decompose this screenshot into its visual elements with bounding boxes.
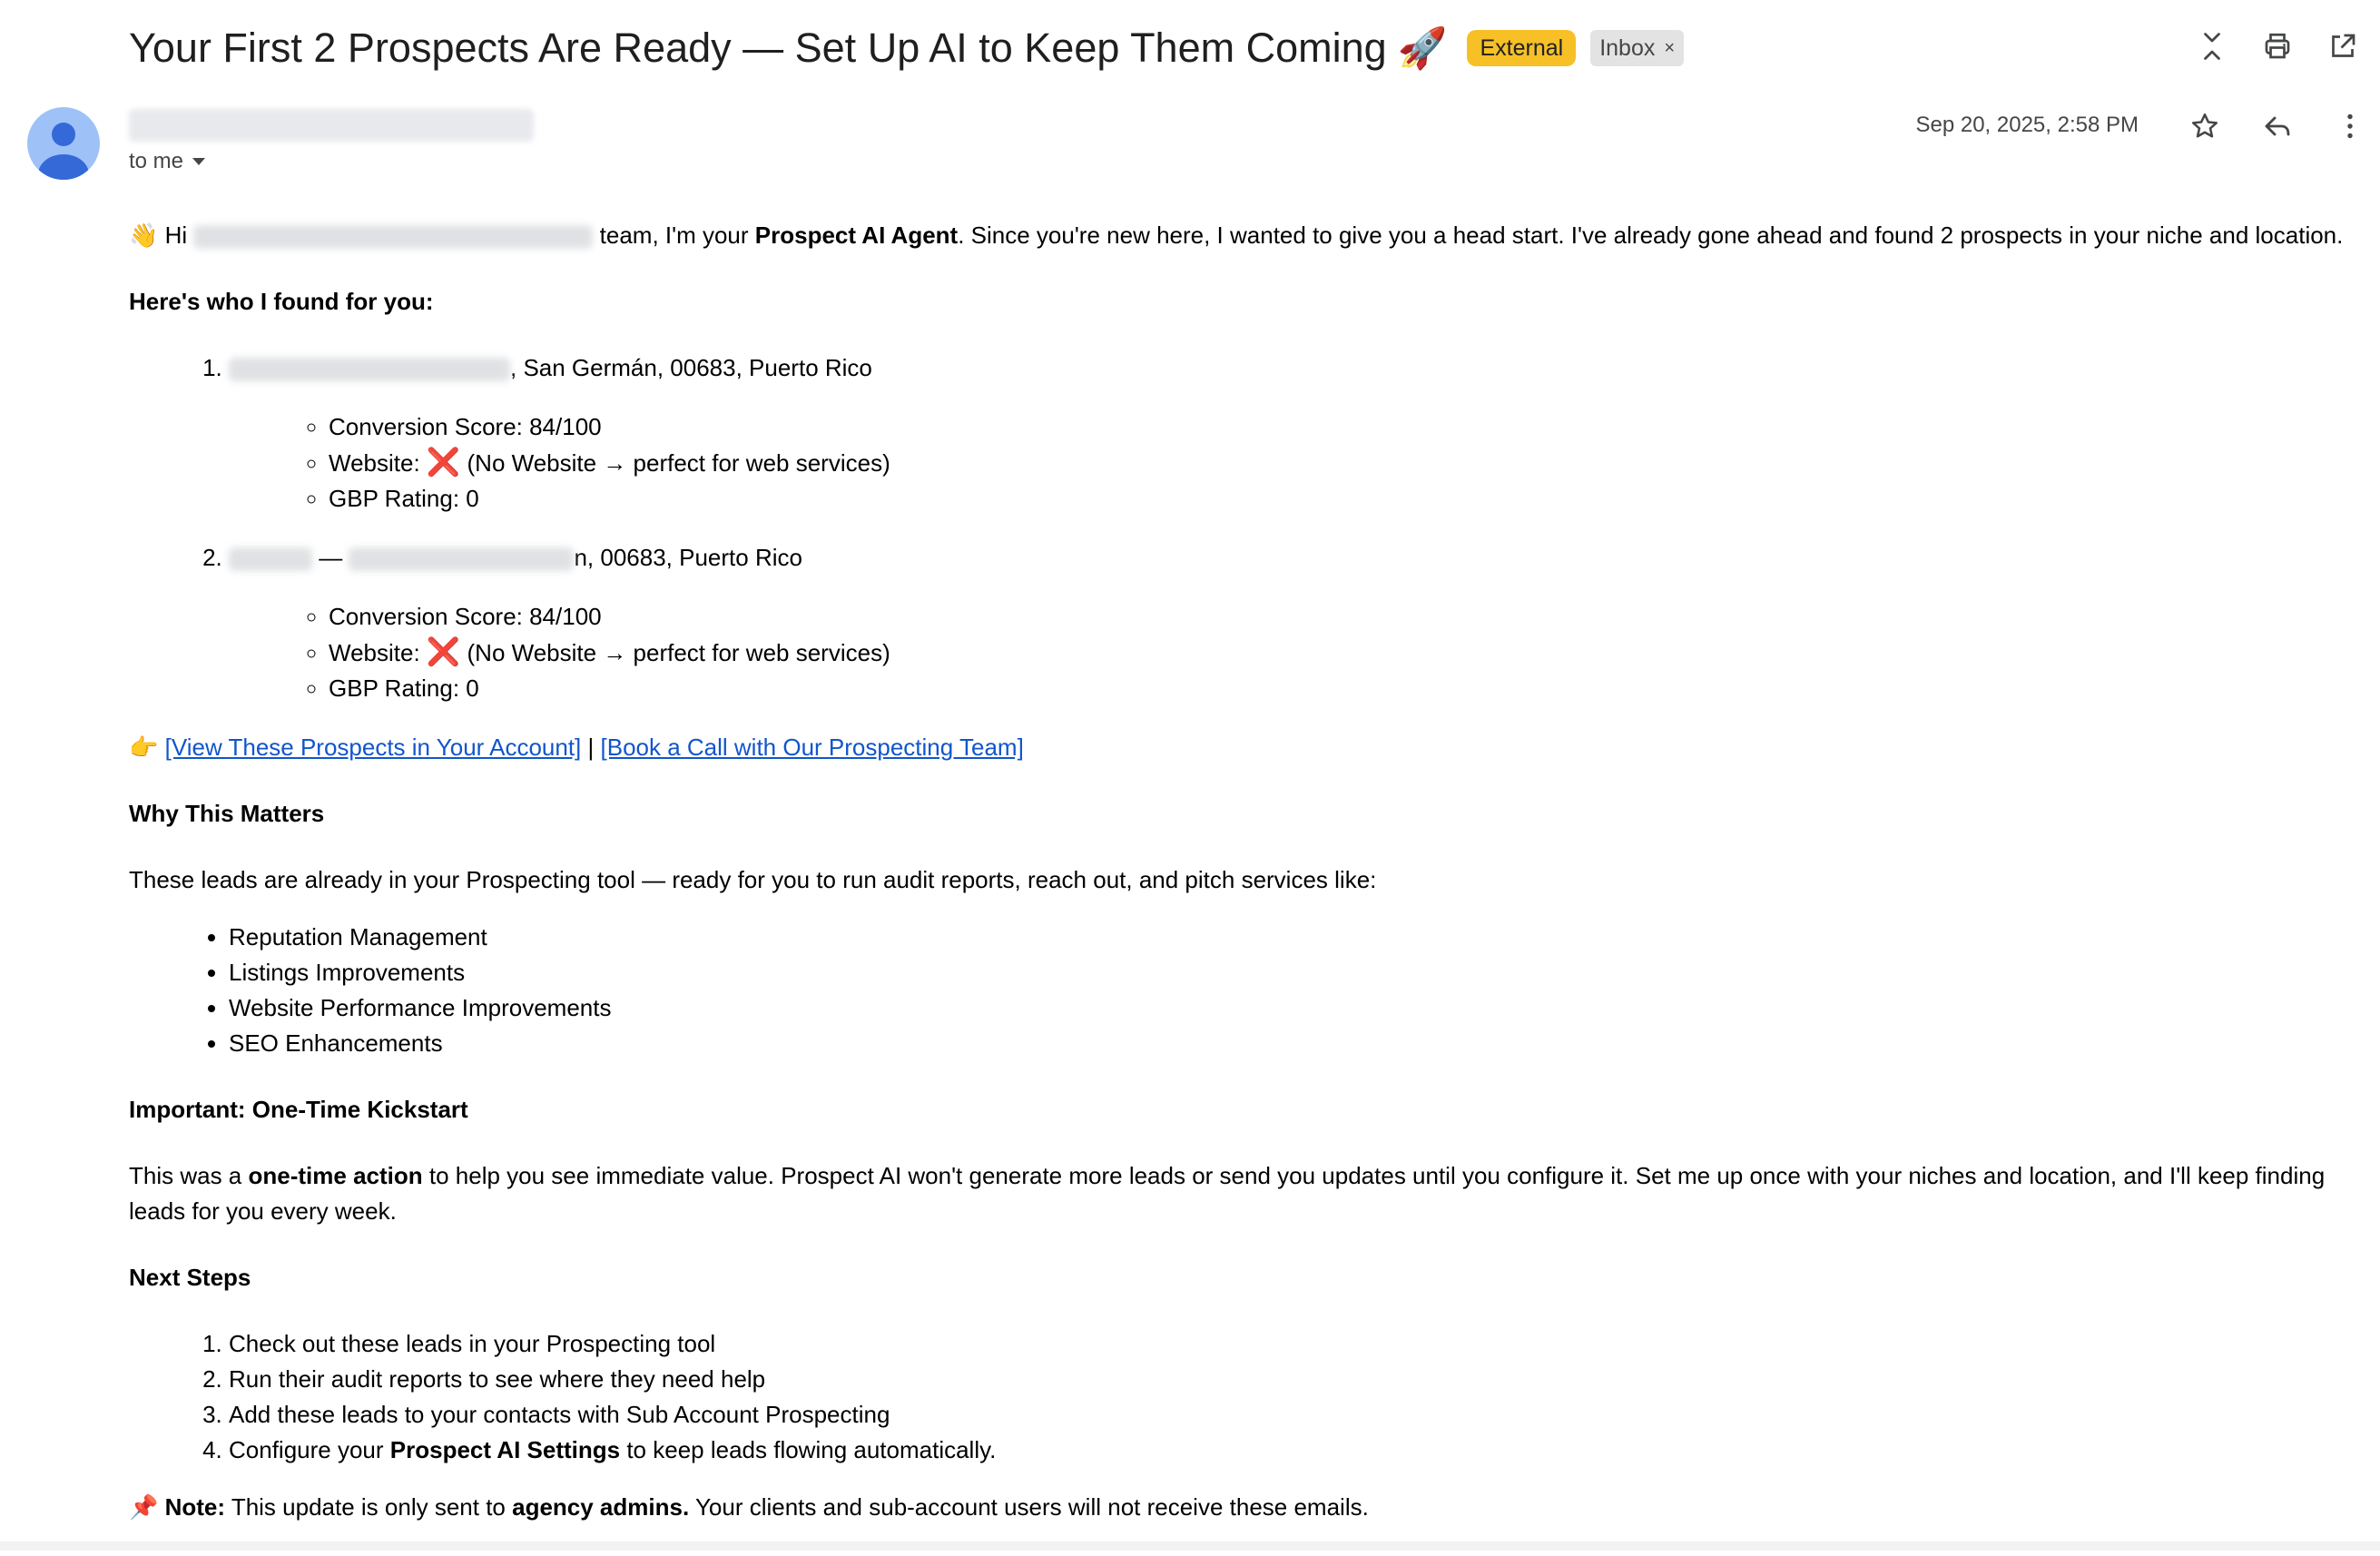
open-in-new-window-icon[interactable]: [2324, 22, 2362, 71]
cta-paragraph: 👉 [View These Prospects in Your Account]…: [129, 730, 2362, 765]
thread-actions: [2193, 22, 2362, 71]
sender-address-redacted[interactable]: [129, 109, 534, 142]
prospect-website: Website: ❌ (No Website → perfect for web…: [329, 445, 2362, 481]
reply-icon[interactable]: [2257, 103, 2298, 149]
bottom-divider: [0, 1541, 2380, 1551]
why-text: These leads are already in your Prospect…: [129, 866, 1377, 893]
prospect-address-redacted: [349, 547, 575, 572]
prospect-dash: —: [319, 544, 343, 571]
wave-emoji: 👋: [129, 222, 159, 249]
settings-name: Prospect AI Settings: [389, 1436, 621, 1463]
prospect-name-redacted: [229, 358, 510, 382]
greeting-after: team, I'm your: [599, 222, 749, 249]
found-heading: Here's who I found for you:: [129, 288, 434, 315]
recipient-label: to me: [129, 149, 184, 173]
book-call-link[interactable]: [Book a Call with Our Prospecting Team]: [601, 734, 1024, 761]
next-steps-list: Check out these leads in your Prospectin…: [129, 1326, 2362, 1468]
more-vert-icon[interactable]: [2329, 103, 2371, 149]
subject-row: Your First 2 Prospects Are Ready — Set U…: [129, 16, 1685, 80]
agent-name: Prospect AI Agent: [754, 222, 959, 249]
recipient-dropdown[interactable]: to me: [129, 149, 206, 174]
greeting-rest: . Since you're new here, I wanted to giv…: [958, 222, 2344, 249]
service-item: SEO Enhancements: [229, 1026, 2362, 1061]
note-paragraph: 📌 Note: This update is only sent to agen…: [129, 1493, 1369, 1521]
cross-mark-icon: ❌: [426, 637, 461, 667]
inbox-label[interactable]: Inbox ×: [1590, 30, 1685, 66]
prospect-score: Conversion Score: 84/100: [329, 409, 2362, 445]
why-heading: Why This Matters: [129, 800, 325, 827]
pushpin-emoji: 📌: [129, 1493, 159, 1521]
greeting-paragraph: 👋 Hi team, I'm your Prospect AI Agent. S…: [129, 218, 2362, 253]
message-actions: [2184, 103, 2371, 149]
note-label: Note:: [164, 1493, 226, 1521]
step-item: Run their audit reports to see where the…: [229, 1362, 2362, 1397]
recipient-name-redacted: [193, 225, 594, 250]
external-badge: External: [1467, 30, 1577, 66]
service-item: Listings Improvements: [229, 955, 2362, 990]
step-item: Add these leads to your contacts with Su…: [229, 1397, 2362, 1433]
prospect-name-redacted: [229, 547, 312, 572]
prospect-list: , San Germán, 00683, Puerto Rico Convers…: [129, 350, 2362, 706]
service-item: Website Performance Improvements: [229, 990, 2362, 1026]
cross-mark-icon: ❌: [426, 448, 461, 478]
remove-label-icon[interactable]: ×: [1664, 35, 1675, 61]
next-steps-heading: Next Steps: [129, 1264, 251, 1291]
cta-separator: |: [587, 734, 595, 761]
important-heading: Important: One-Time Kickstart: [129, 1096, 468, 1123]
email-subject: Your First 2 Prospects Are Ready — Set U…: [129, 25, 1387, 71]
rocket-emoji: 🚀: [1397, 26, 1448, 71]
star-icon[interactable]: [2184, 103, 2226, 149]
prospect-item: , San Germán, 00683, Puerto Rico Convers…: [229, 350, 2362, 517]
prospect-rating: GBP Rating: 0: [329, 481, 2362, 517]
prospect-score: Conversion Score: 84/100: [329, 599, 2362, 635]
collapse-icon[interactable]: [2193, 22, 2231, 71]
pointing-emoji: 👉: [129, 734, 159, 761]
print-icon[interactable]: [2258, 22, 2296, 71]
prospect-location: , San Germán, 00683, Puerto Rico: [510, 354, 872, 381]
prospect-website: Website: ❌ (No Website → perfect for web…: [329, 635, 2362, 671]
step-item: Configure your Prospect AI Settings to k…: [229, 1433, 2362, 1468]
service-item: Reputation Management: [229, 920, 2362, 955]
avatar[interactable]: [27, 107, 100, 180]
important-paragraph: This was a one-time action to help you s…: [129, 1162, 2326, 1225]
view-prospects-link[interactable]: [View These Prospects in Your Account]: [165, 734, 582, 761]
prospect-rating: GBP Rating: 0: [329, 671, 2362, 706]
greeting-hi: Hi: [164, 222, 188, 249]
inbox-label-text: Inbox: [1599, 35, 1656, 61]
message-date: Sep 20, 2025, 2:58 PM: [1915, 113, 2139, 137]
agency-admins: agency admins.: [512, 1493, 690, 1521]
one-time-action: one-time action: [248, 1162, 423, 1189]
services-list: Reputation Management Listings Improveme…: [129, 920, 2362, 1061]
email-body: 👋 Hi team, I'm your Prospect AI Agent. S…: [129, 218, 2362, 1556]
chevron-down-icon: [192, 158, 206, 165]
prospect-item: — n, 00683, Puerto Rico Conversion Score…: [229, 540, 2362, 706]
step-item: Check out these leads in your Prospectin…: [229, 1326, 2362, 1362]
prospect-location: n, 00683, Puerto Rico: [574, 544, 802, 571]
